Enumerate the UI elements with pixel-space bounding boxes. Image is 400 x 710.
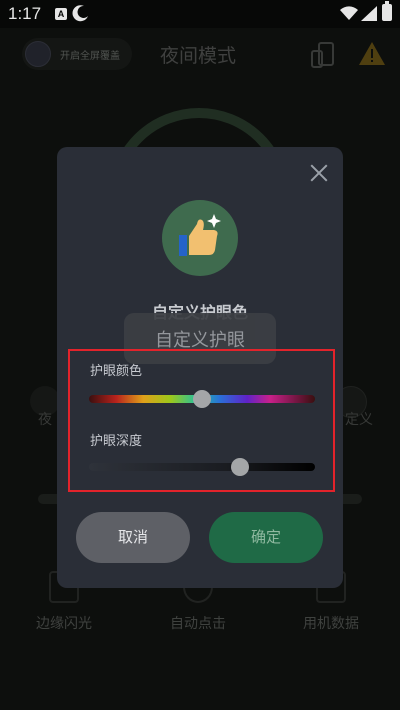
a-badge-icon: A (55, 8, 67, 20)
eye-color-label: 护眼颜色 (90, 364, 143, 379)
wifi-icon (340, 6, 358, 21)
status-time: 1:17 (8, 4, 42, 23)
eye-depth-label: 护眼深度 (90, 434, 143, 449)
close-icon[interactable] (306, 160, 332, 186)
eye-depth-slider-thumb[interactable] (231, 458, 250, 476)
thumbs-up-sparkle-icon (162, 200, 238, 276)
moon-icon (72, 5, 88, 22)
battery-icon (382, 1, 392, 21)
highlight-box: 护眼颜色 护眼深度 (68, 349, 335, 492)
status-bar: 1:17 A (0, 0, 400, 28)
signal-icon (361, 6, 377, 21)
eye-color-slider[interactable] (89, 390, 315, 408)
eye-depth-slider[interactable] (89, 458, 315, 476)
cancel-button[interactable]: 取消 (76, 512, 190, 563)
eye-color-slider-thumb[interactable] (193, 390, 211, 408)
confirm-button[interactable]: 确定 (209, 512, 323, 563)
